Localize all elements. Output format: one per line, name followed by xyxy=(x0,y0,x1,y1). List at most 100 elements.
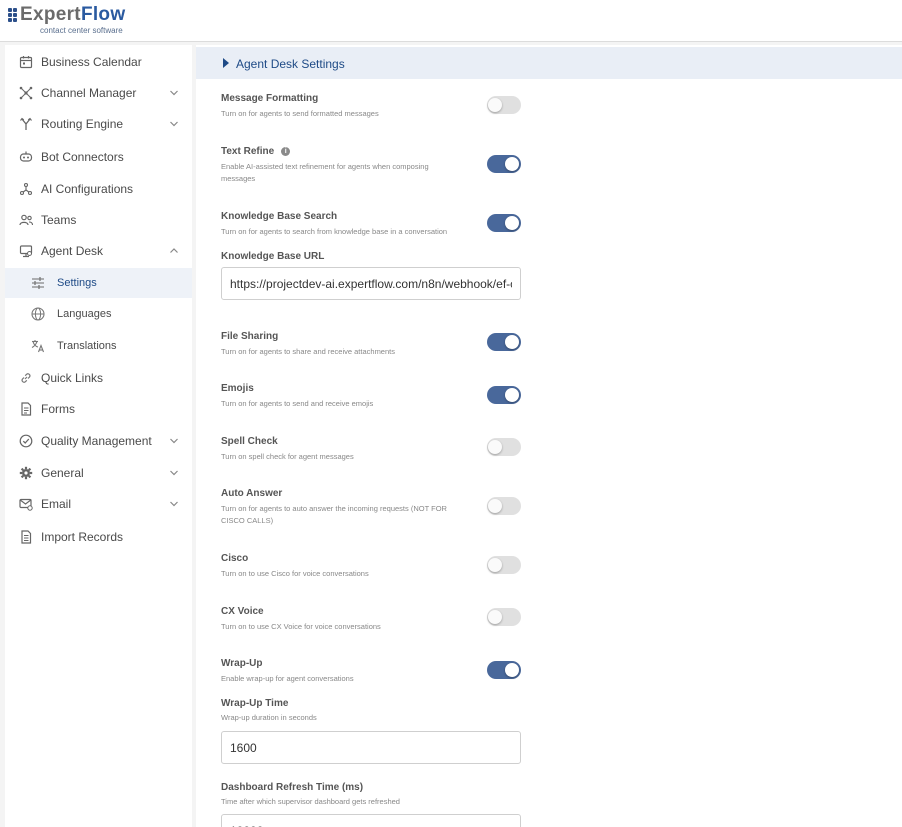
sidebar-item-teams[interactable]: Teams xyxy=(5,205,192,235)
agent-desk-settings-header[interactable]: Agent Desk Settings xyxy=(196,47,902,79)
emojis-toggle[interactable] xyxy=(487,386,521,404)
sidebar-item-routing-engine[interactable]: Routing Engine xyxy=(5,109,192,139)
logo-text-flow: Flow xyxy=(80,4,126,25)
knowledge-base-url-input[interactable] xyxy=(221,267,521,300)
quality-badge-icon xyxy=(19,434,33,448)
sidebar-item-email[interactable]: Email xyxy=(5,489,192,519)
cx-voice-toggle[interactable] xyxy=(487,608,521,626)
setting-title: Cisco xyxy=(221,553,249,564)
sidebar-item-translations[interactable]: Translations xyxy=(5,331,192,361)
spell-check-toggle[interactable] xyxy=(487,438,521,456)
setting-title: CX Voice xyxy=(221,606,264,617)
sidebar-item-bot-connectors[interactable]: Bot Connectors xyxy=(5,142,192,172)
sidebar: Business Calendar Channel Manager Routin… xyxy=(5,45,192,827)
setting-text-refine: Text Refine i Enable AI-assisted text ref… xyxy=(221,146,521,185)
sidebar-item-settings[interactable]: Settings xyxy=(5,268,192,298)
chevron-down-icon[interactable] xyxy=(169,88,179,98)
setting-auto-answer: Auto Answer Turn on for agents to auto a… xyxy=(221,488,521,527)
sidebar-item-label: Agent Desk xyxy=(41,244,104,258)
expertflow-logo[interactable]: ExpertFlow contact center software xyxy=(8,5,125,35)
logo-grid-icon xyxy=(8,8,17,22)
network-icon xyxy=(19,86,33,100)
setting-title: Message Formatting xyxy=(221,93,319,104)
setting-title: Text Refine xyxy=(221,146,275,157)
sidebar-item-label: Teams xyxy=(41,213,77,227)
translate-icon xyxy=(31,340,45,353)
sidebar-item-label: Quick Links xyxy=(41,371,104,385)
sidebar-item-label: Email xyxy=(41,497,72,511)
setting-description: Turn on for agents to search from knowle… xyxy=(221,227,448,236)
chevron-up-icon[interactable] xyxy=(169,246,179,256)
dashboard-refresh-time-label: Dashboard Refresh Time (ms) xyxy=(221,782,364,793)
sidebar-item-business-calendar[interactable]: Business Calendar xyxy=(5,47,192,77)
sidebar-item-label: Business Calendar xyxy=(41,55,142,69)
import-document-icon xyxy=(21,530,32,544)
sidebar-item-label: Forms xyxy=(41,402,75,416)
sidebar-item-label: Languages xyxy=(57,308,112,320)
dashboard-refresh-time-description: Time after which supervisor dashboard ge… xyxy=(221,797,400,806)
setting-description: Turn on to use CX Voice for voice conver… xyxy=(221,622,381,631)
text-refine-toggle[interactable] xyxy=(487,155,521,173)
chevron-down-icon[interactable] xyxy=(169,499,179,509)
email-settings-icon xyxy=(19,498,33,511)
globe-icon xyxy=(31,307,45,321)
link-icon xyxy=(21,373,31,383)
sidebar-item-ai-configurations[interactable]: AI Configurations xyxy=(5,174,192,204)
setting-file-sharing: File Sharing Turn on for agents to share… xyxy=(221,331,521,358)
info-icon[interactable]: i xyxy=(281,147,291,156)
sidebar-item-label: Routing Engine xyxy=(41,117,124,131)
file-sharing-toggle[interactable] xyxy=(487,333,521,351)
setting-emojis: Emojis Turn on for agents to send and re… xyxy=(221,383,521,410)
caret-right-icon xyxy=(223,58,229,68)
sidebar-item-quality-management[interactable]: Quality Management xyxy=(5,426,192,456)
section-title: Agent Desk Settings xyxy=(236,57,345,71)
wrap-up-toggle[interactable] xyxy=(487,661,521,679)
sidebar-item-general[interactable]: General xyxy=(5,458,192,488)
top-bar: ExpertFlow contact center software xyxy=(0,0,902,42)
dashboard-refresh-time-input[interactable] xyxy=(221,814,521,827)
setting-message-formatting: Message Formatting Turn on for agents to… xyxy=(221,93,521,120)
chevron-down-icon[interactable] xyxy=(169,119,179,129)
agent-desk-monitor-icon xyxy=(19,245,33,258)
sidebar-item-label: AI Configurations xyxy=(41,182,134,196)
routing-fork-icon xyxy=(20,117,32,130)
sidebar-item-forms[interactable]: Forms xyxy=(5,394,192,424)
sidebar-item-channel-manager[interactable]: Channel Manager xyxy=(5,78,192,108)
sidebar-item-label: Channel Manager xyxy=(41,86,137,100)
setting-description: Turn on for agents to send formatted mes… xyxy=(221,109,379,118)
knowledge-base-search-toggle[interactable] xyxy=(487,214,521,232)
sidebar-item-agent-desk[interactable]: Agent Desk xyxy=(5,236,192,266)
setting-description: Enable AI-assisted text refinement for a… xyxy=(221,162,429,183)
sidebar-item-quick-links[interactable]: Quick Links xyxy=(5,363,192,393)
sidebar-item-import-records[interactable]: Import Records xyxy=(5,522,192,552)
sidebar-item-label: Settings xyxy=(57,277,97,289)
setting-description: Turn on spell check for agent messages xyxy=(221,452,354,461)
calendar-icon xyxy=(19,56,33,69)
message-formatting-toggle[interactable] xyxy=(487,96,521,114)
team-people-icon xyxy=(19,214,33,226)
sidebar-item-label: Import Records xyxy=(41,530,124,544)
sidebar-item-languages[interactable]: Languages xyxy=(5,299,192,329)
setting-title: Spell Check xyxy=(221,436,278,447)
cisco-toggle[interactable] xyxy=(487,556,521,574)
logo-subtitle: contact center software xyxy=(40,26,123,35)
auto-answer-toggle[interactable] xyxy=(487,497,521,515)
ai-nodes-icon xyxy=(19,182,33,196)
chevron-down-icon[interactable] xyxy=(169,468,179,478)
setting-spell-check: Spell Check Turn on spell check for agen… xyxy=(221,436,521,463)
wrap-up-time-label: Wrap-Up Time xyxy=(221,698,289,709)
setting-description: Turn on for agents to share and receive … xyxy=(221,347,395,356)
setting-knowledge-base-search: Knowledge Base Search Turn on for agents… xyxy=(221,211,521,238)
setting-title: Wrap-Up xyxy=(221,658,263,669)
sidebar-item-label: Bot Connectors xyxy=(41,150,124,164)
setting-wrap-up: Wrap-Up Enable wrap-up for agent convers… xyxy=(221,658,521,685)
wrap-up-time-description: Wrap-up duration in seconds xyxy=(221,713,317,722)
wrap-up-time-input[interactable] xyxy=(221,731,521,764)
bot-icon xyxy=(19,151,33,162)
chevron-down-icon[interactable] xyxy=(169,436,179,446)
logo-text-expert: Expert xyxy=(20,4,81,25)
main-content: Agent Desk Settings Message Formatting T… xyxy=(196,45,902,827)
sidebar-item-label: General xyxy=(41,466,84,480)
setting-description: Turn on for agents to send and receive e… xyxy=(221,399,374,408)
form-document-icon xyxy=(21,402,32,416)
